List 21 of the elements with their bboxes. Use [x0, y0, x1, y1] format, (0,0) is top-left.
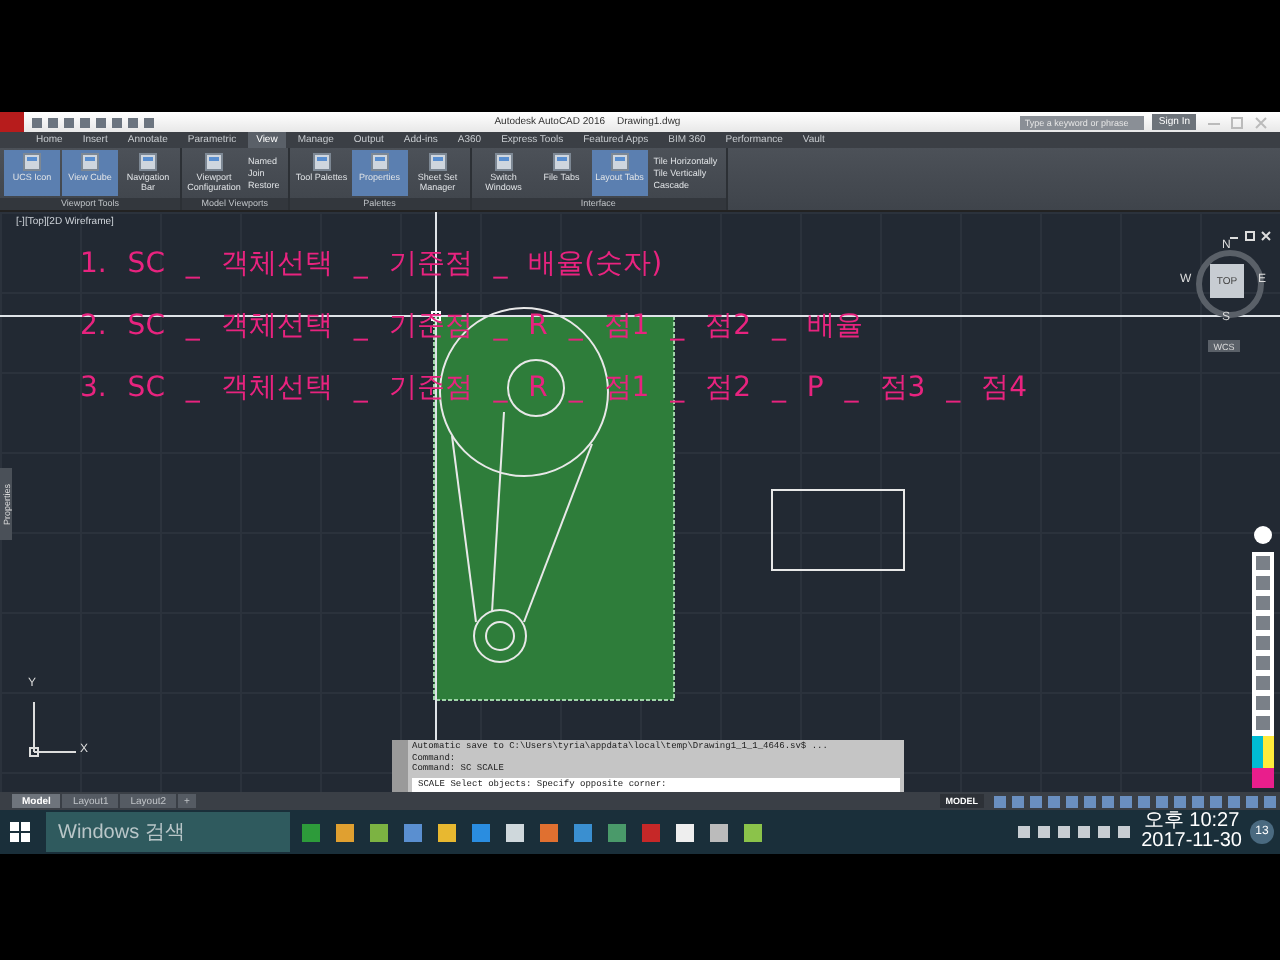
viewport-controls-icon[interactable] — [1228, 230, 1272, 242]
start-icon[interactable] — [10, 822, 30, 842]
rectangle-shape — [771, 489, 905, 571]
clock-time: 오후 10:27 — [1143, 812, 1240, 832]
clock-date: 2017-11-30 — [1141, 832, 1242, 852]
window-icon — [551, 152, 572, 172]
color-swatch-icon[interactable] — [1252, 736, 1274, 788]
ucs-axes-icon — [29, 701, 77, 757]
window-icon — [427, 152, 448, 172]
window-icon — [369, 152, 390, 172]
command-window-handle[interactable] — [392, 740, 408, 792]
window-icon — [493, 152, 514, 172]
window-icon — [311, 152, 332, 172]
window-icon — [204, 152, 224, 172]
taskbar-search-field[interactable]: Windows 검색 — [46, 812, 290, 852]
window-icon — [80, 152, 100, 172]
window-icon — [609, 152, 630, 172]
window-icon — [22, 152, 42, 172]
window-icon — [138, 152, 158, 172]
pin-icon[interactable] — [1254, 526, 1272, 544]
drawing-area[interactable] — [0, 212, 1280, 792]
